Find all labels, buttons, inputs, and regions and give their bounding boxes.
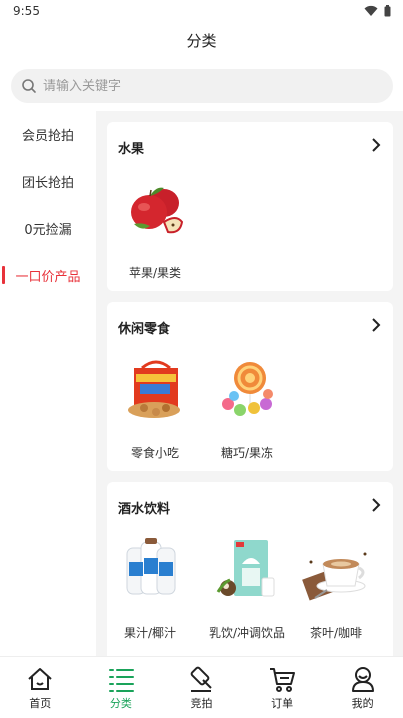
bottom-tab-bar: 首页 分类 竞拍 订单 我的 — [0, 656, 403, 718]
subcategory-tea-coffee[interactable]: 茶叶/咖啡 — [293, 534, 379, 641]
sidebar-item-member-auction[interactable]: 会员抢拍 — [0, 111, 96, 158]
subcategory-label: 茶叶/咖啡 — [309, 626, 363, 640]
sidebar-item-label: 会员抢拍 — [21, 129, 74, 144]
category-card-fruit: 水果 苹果/果类 — [107, 122, 393, 291]
category-card-drinks: 酒水饮料 果汁/椰汁 乳饮/冲调饮品 茶叶/咖啡 — [107, 482, 393, 656]
subcategory-apple[interactable]: 苹果/果类 — [112, 174, 198, 281]
snacks-image — [128, 360, 180, 418]
battery-icon — [384, 5, 391, 17]
category-sidebar: 会员抢拍 团长抢拍 0元捡漏 一口价产品 — [0, 111, 96, 656]
user-icon — [351, 667, 374, 692]
sidebar-item-label: 一口价产品 — [15, 270, 81, 285]
card-title: 休闲零食 — [118, 322, 171, 337]
tab-orders[interactable]: 订单 — [242, 657, 323, 718]
status-icons — [364, 5, 391, 17]
tab-label: 我的 — [351, 697, 374, 710]
candy-image — [222, 362, 273, 416]
wifi-icon — [364, 5, 378, 16]
subcategory-label: 乳饮/冲调饮品 — [208, 626, 286, 640]
subcategory-candy[interactable]: 糖巧/果冻 — [204, 354, 290, 461]
tab-label: 首页 — [29, 697, 52, 710]
search-bar[interactable] — [11, 69, 393, 103]
subcategory-snacks[interactable]: 零食小吃 — [112, 354, 198, 461]
search-icon — [22, 79, 36, 93]
tab-profile[interactable]: 我的 — [322, 657, 403, 718]
sidebar-item-fixed-price[interactable]: 一口价产品 — [0, 252, 96, 299]
tab-home[interactable]: 首页 — [0, 657, 81, 718]
category-icon — [108, 669, 134, 692]
apple-image — [131, 187, 184, 234]
subcategory-milk[interactable]: 乳饮/冲调饮品 — [204, 534, 290, 641]
card-title: 酒水饮料 — [118, 502, 171, 517]
sidebar-item-zero-yuan[interactable]: 0元捡漏 — [0, 205, 96, 252]
sidebar-item-label: 团长抢拍 — [21, 176, 74, 191]
status-bar: 9:55 — [0, 0, 403, 24]
chevron-right-icon[interactable] — [371, 497, 381, 513]
subcategory-juice[interactable]: 果汁/椰汁 — [107, 534, 193, 641]
cart-icon — [270, 668, 296, 692]
tab-label: 分类 — [109, 697, 132, 710]
subcategory-label: 零食小吃 — [130, 446, 179, 460]
tab-auction[interactable]: 竞拍 — [161, 657, 242, 718]
sidebar-item-leader-auction[interactable]: 团长抢拍 — [0, 158, 96, 205]
tab-label: 订单 — [271, 697, 294, 710]
status-time: 9:55 — [13, 4, 40, 18]
search-input[interactable] — [43, 78, 343, 94]
chevron-right-icon[interactable] — [371, 137, 381, 153]
tab-category[interactable]: 分类 — [81, 657, 162, 718]
subcategory-label: 苹果/果类 — [128, 266, 182, 280]
milk-drink-image — [216, 540, 275, 597]
coconut-juice-image — [126, 538, 176, 595]
chevron-right-icon[interactable] — [371, 317, 381, 333]
page-title: 分类 — [186, 32, 217, 50]
auction-icon — [191, 666, 213, 692]
sidebar-item-label: 0元捡漏 — [24, 223, 72, 238]
subcategory-label: 糖巧/果冻 — [220, 446, 274, 460]
subcategory-label: 果汁/椰汁 — [123, 626, 177, 640]
tab-label: 竞拍 — [190, 697, 213, 710]
home-icon — [28, 668, 52, 690]
card-title: 水果 — [118, 142, 145, 157]
coffee-image — [302, 552, 367, 601]
active-indicator — [2, 266, 5, 284]
category-content: 水果 苹果/果类 休闲零食 零食小吃 糖巧/果冻 酒水饮料 果汁/椰汁 乳饮/冲… — [96, 111, 403, 656]
category-card-snacks: 休闲零食 零食小吃 糖巧/果冻 — [107, 302, 393, 471]
